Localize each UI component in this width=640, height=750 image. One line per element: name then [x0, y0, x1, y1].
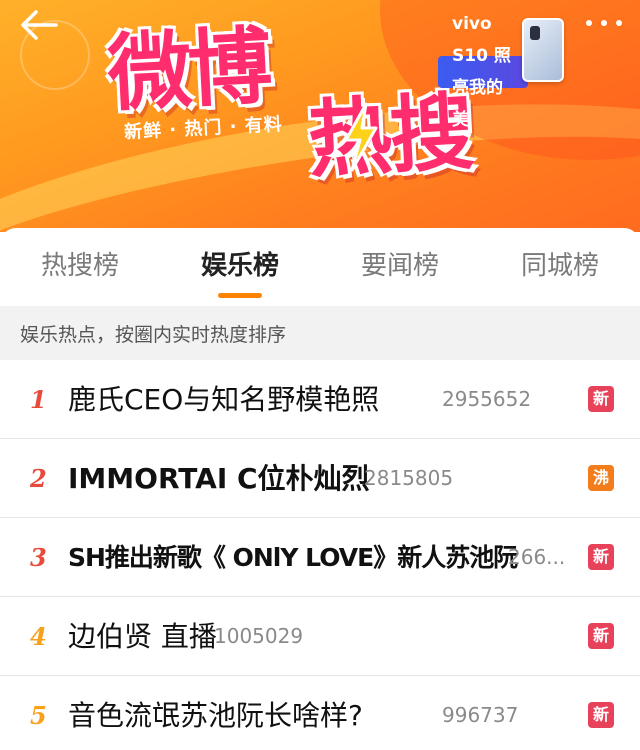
list-item[interactable]: 1 鹿氏CEO与知名野模艳照 2955652 新 — [0, 360, 640, 439]
item-title: 鹿氏CEO与知名野模艳照 — [68, 383, 380, 416]
arrow-left-icon — [21, 10, 58, 40]
list-item[interactable]: 3 SH推出新歌《 ONlY LOVE》新人苏池阮 266... 新 — [0, 518, 640, 597]
logo-hot-text: 热搜 — [305, 81, 475, 190]
list-item[interactable]: 5 音色流氓苏池阮长啥样? 996737 新 — [0, 676, 640, 750]
ranking-tabs: 热搜榜 娱乐榜 要闻榜 同城榜 — [0, 228, 640, 308]
tab-entertainment[interactable]: 娱乐榜 — [160, 228, 320, 308]
item-title: IMMORTAI C位朴灿烈 — [68, 462, 370, 495]
heat-value: 266... — [508, 545, 566, 569]
rank-number: 3 — [30, 543, 47, 572]
new-badge: 新 — [588, 702, 614, 728]
weibo-hot-search-logo: 微博 新鲜 · 热门 · 有料 热搜 vivo S10 照亮我的美 — [105, 14, 528, 192]
active-tab-indicator — [218, 293, 262, 298]
item-title: 边伯贤 直播 — [68, 620, 217, 653]
more-dots-icon — [616, 20, 622, 26]
tab-label: 娱乐榜 — [200, 251, 279, 281]
logo-text: 微博 — [105, 15, 271, 124]
lightning-icon — [344, 102, 378, 172]
rank-number: 5 — [30, 701, 47, 730]
sponsor-badge[interactable]: vivo S10 照亮我的美 — [438, 14, 528, 130]
item-title: 音色流氓苏池阮长啥样? — [68, 699, 363, 732]
list-item[interactable]: 4 边伯贤 直播 1005029 新 — [0, 597, 640, 676]
hot-list: 1 鹿氏CEO与知名野模艳照 2955652 新 2 IMMORTAI C位朴灿… — [0, 360, 640, 750]
more-dots-icon — [601, 20, 607, 26]
rank-number: 4 — [30, 622, 47, 651]
tab-label: 要闻榜 — [360, 251, 439, 281]
new-badge: 新 — [588, 544, 614, 570]
more-button[interactable] — [582, 12, 626, 34]
more-dots-icon — [586, 20, 592, 26]
tab-label: 同城榜 — [520, 251, 599, 281]
boil-badge: 沸 — [588, 465, 614, 491]
hot-search-banner: 微博 新鲜 · 热门 · 有料 热搜 vivo S10 照亮我的美 — [0, 0, 640, 232]
back-button[interactable] — [18, 8, 62, 42]
item-title: SH推出新歌《 ONlY LOVE》新人苏池阮 — [68, 543, 518, 572]
heat-value: 1005029 — [214, 624, 304, 648]
phone-image — [522, 18, 564, 82]
tab-label: 热搜榜 — [40, 251, 119, 281]
rank-number: 2 — [30, 464, 47, 493]
tab-news[interactable]: 要闻榜 — [320, 228, 480, 308]
heat-value: 996737 — [442, 703, 519, 727]
rank-number: 1 — [30, 385, 47, 414]
tab-local[interactable]: 同城榜 — [480, 228, 640, 308]
new-badge: 新 — [588, 623, 614, 649]
section-title: 娱乐热点，按圈内实时热度排序 — [0, 306, 640, 364]
list-item[interactable]: 2 IMMORTAI C位朴灿烈 2815805 沸 — [0, 439, 640, 518]
tab-hot-search[interactable]: 热搜榜 — [0, 228, 160, 308]
heat-value: 2815805 — [364, 466, 454, 490]
heat-value: 2955652 — [442, 387, 532, 411]
new-badge: 新 — [588, 386, 614, 412]
